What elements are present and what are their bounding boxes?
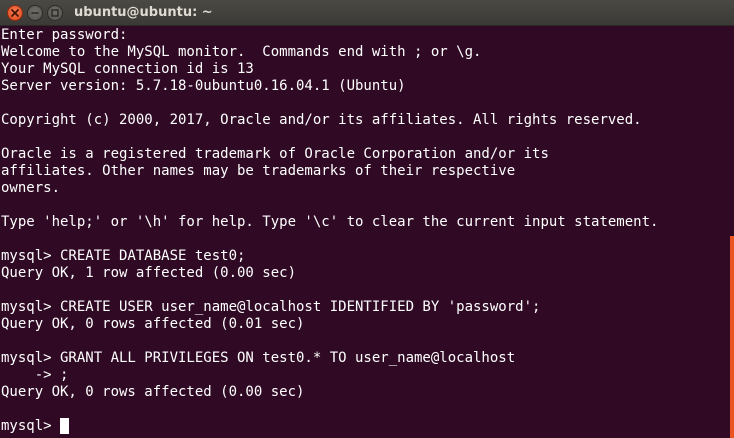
terminal-line: mysql> CREATE USER user_name@localhost I…	[1, 299, 541, 315]
close-icon	[11, 9, 19, 17]
terminal-line: Server version: 5.7.18-0ubuntu0.16.04.1 …	[1, 78, 406, 94]
terminal-line: Query OK, 0 rows affected (0.00 sec)	[1, 384, 305, 400]
terminal-window: ubuntu@ubuntu: ~ Enter password: Welcome …	[0, 0, 734, 438]
terminal-line: Type 'help;' or '\h' for help. Type '\c'…	[1, 214, 659, 230]
prompt-line[interactable]: mysql>	[1, 418, 730, 435]
terminal-line: Enter password:	[1, 27, 128, 43]
maximize-button[interactable]	[47, 5, 63, 21]
terminal-line: Copyright (c) 2000, 2017, Oracle and/or …	[1, 112, 642, 128]
terminal-line: -> ;	[1, 367, 69, 383]
window-title: ubuntu@ubuntu: ~	[74, 5, 213, 20]
close-button[interactable]	[7, 5, 23, 21]
terminal-line: Query OK, 1 row affected (0.00 sec)	[1, 265, 297, 281]
terminal-line: owners.	[1, 180, 61, 196]
minimize-button[interactable]	[27, 5, 43, 21]
terminal-line: Welcome to the MySQL monitor. Commands e…	[1, 44, 482, 60]
terminal-line: Oracle is a registered trademark of Orac…	[1, 146, 549, 162]
terminal-output[interactable]: Enter password: Welcome to the MySQL moni…	[0, 26, 730, 438]
terminal-line: Your MySQL connection id is 13	[1, 61, 254, 77]
minimize-icon	[31, 9, 39, 17]
maximize-icon	[51, 9, 59, 17]
terminal-line: affiliates. Other names may be trademark…	[1, 163, 516, 179]
terminal-line: mysql> GRANT ALL PRIVILEGES ON test0.* T…	[1, 350, 516, 366]
terminal-line: Query OK, 0 rows affected (0.01 sec)	[1, 316, 305, 332]
terminal-line: mysql> CREATE DATABASE test0;	[1, 248, 246, 264]
scrollbar-thumb[interactable]	[730, 236, 734, 438]
text-cursor	[60, 418, 70, 434]
mysql-prompt: mysql>	[1, 418, 61, 434]
title-bar[interactable]: ubuntu@ubuntu: ~	[0, 0, 734, 26]
